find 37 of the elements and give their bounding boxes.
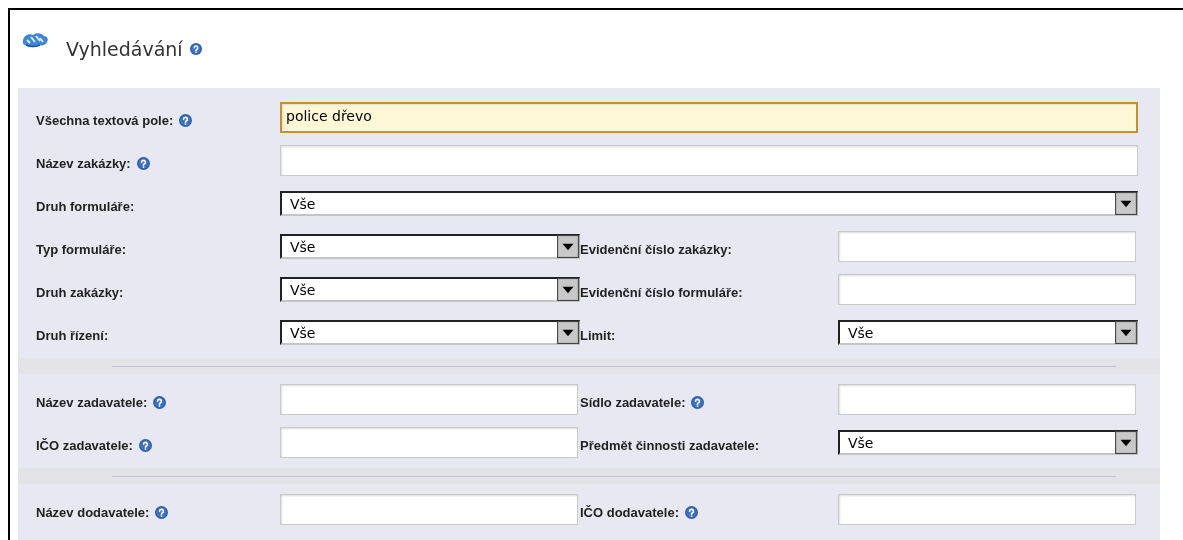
field-label: Název zakázky: bbox=[36, 156, 131, 171]
field-label: Druh zakázky: bbox=[36, 285, 124, 300]
field-label: Typ formuláře: bbox=[36, 242, 127, 257]
field-label: Předmět činnosti zadavatele: bbox=[580, 438, 760, 453]
dropdown[interactable]: Vše bbox=[280, 277, 580, 302]
field-label: IČO dodavatele: bbox=[580, 505, 679, 520]
field-label: Druh formuláře: bbox=[36, 199, 135, 214]
dropdown-caret-icon bbox=[1115, 430, 1137, 454]
field-label: Druh řízení: bbox=[36, 328, 109, 343]
dropdown[interactable]: Vše bbox=[280, 234, 580, 259]
field-label: Sídlo zadavatele: bbox=[580, 395, 686, 410]
dropdown[interactable]: Vše bbox=[838, 320, 1138, 345]
text-field[interactable] bbox=[280, 427, 578, 458]
field-label: Všechna textová pole: bbox=[36, 113, 174, 128]
text-field[interactable] bbox=[280, 384, 578, 415]
text-field[interactable] bbox=[280, 145, 1138, 176]
dropdown-caret-icon bbox=[557, 320, 579, 344]
text-field[interactable] bbox=[838, 494, 1136, 525]
field-label: Evidenční číslo formuláře: bbox=[580, 285, 743, 300]
dropdown[interactable]: Vše bbox=[280, 320, 580, 345]
field-label: Název zadavatele: bbox=[36, 395, 148, 410]
text-field[interactable] bbox=[838, 384, 1136, 415]
field-label: Název dodavatele: bbox=[36, 505, 150, 520]
text-field[interactable] bbox=[280, 494, 578, 525]
text-field[interactable]: police dřevo bbox=[280, 102, 1138, 133]
dropdown[interactable]: Vše bbox=[838, 430, 1138, 455]
page-title: Vyhledávání bbox=[66, 38, 183, 60]
dropdown[interactable]: Vše bbox=[280, 191, 1138, 216]
text-field[interactable] bbox=[838, 231, 1136, 262]
dropdown-caret-icon bbox=[557, 234, 579, 258]
dropdown-caret-icon bbox=[1115, 320, 1137, 344]
dropdown-caret-icon bbox=[557, 277, 579, 301]
field-label: Evidenční číslo zakázky: bbox=[580, 242, 732, 257]
dropdown-caret-icon bbox=[1115, 191, 1137, 215]
field-label: IČO zadavatele: bbox=[36, 438, 133, 453]
field-label: Limit: bbox=[580, 328, 616, 343]
text-field[interactable] bbox=[838, 274, 1136, 305]
